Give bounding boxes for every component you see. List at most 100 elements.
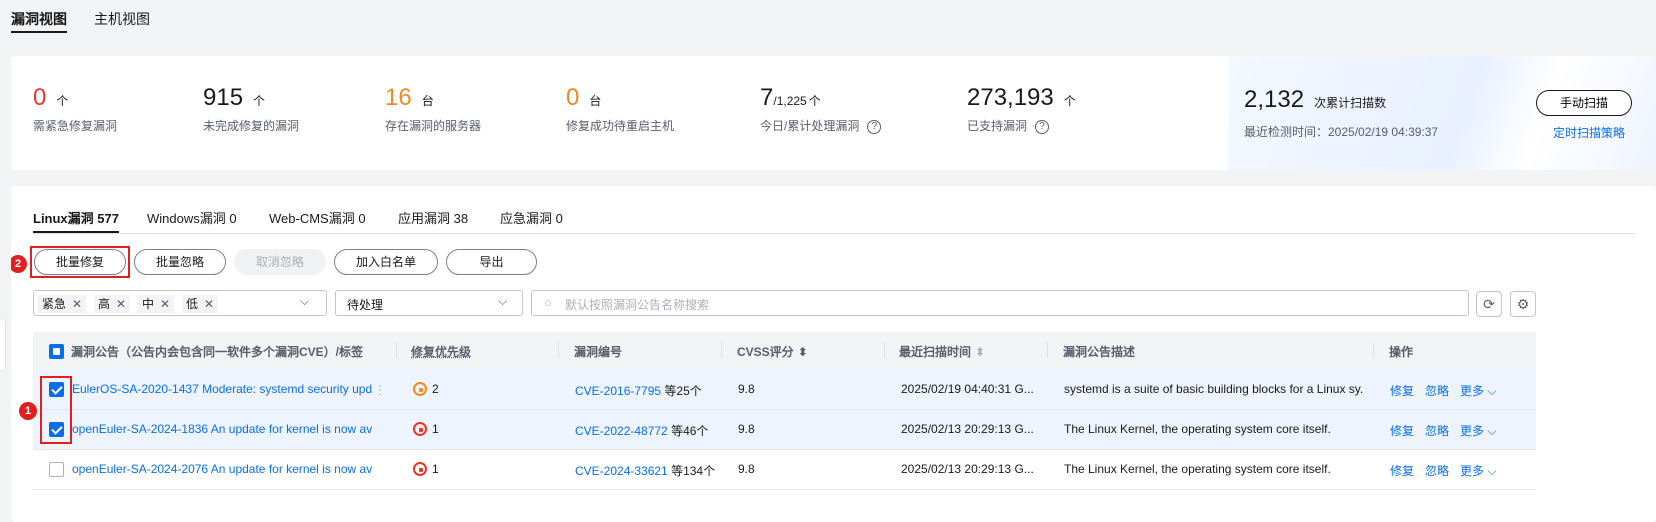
chip-label: 低	[186, 297, 199, 311]
col-scan-time-label: 最近扫描时间	[899, 345, 972, 359]
view-tabs: 漏洞视图 主机视图	[0, 0, 1656, 40]
priority-medium-icon	[413, 382, 427, 396]
advisory-description: The Linux Kernel, the operating system c…	[1064, 422, 1331, 436]
tab-app[interactable]: 应用漏洞 38	[398, 208, 468, 227]
stat-today-value: 7	[760, 84, 774, 111]
advisory-description: systemd is a suite of basic building blo…	[1064, 382, 1364, 396]
priority-high-icon	[413, 462, 427, 476]
advisory-link[interactable]: openEuler-SA-2024-2076 An update for ker…	[72, 462, 372, 476]
table-row[interactable]: openEuler-SA-2024-2076 An update for ker…	[33, 450, 1536, 490]
ignore-link[interactable]: 忽略	[1425, 462, 1449, 479]
cancel-ignore-button[interactable]: 取消忽略	[234, 249, 326, 275]
scan-count-label: 次累计扫描数	[1314, 96, 1387, 110]
active-tab-indicator	[11, 31, 67, 33]
sort-icon[interactable]: ⬍	[798, 345, 808, 359]
ignore-link[interactable]: 忽略	[1425, 422, 1449, 439]
tab-web-cms[interactable]: Web-CMS漏洞 0	[269, 208, 366, 227]
advisory-link[interactable]: openEuler-SA-2024-1836 An update for ker…	[72, 422, 372, 436]
priority-cell: 2	[413, 382, 439, 396]
refresh-icon[interactable]: ⟳	[1476, 291, 1502, 317]
close-icon[interactable]: ✕	[204, 297, 214, 311]
severity-chip[interactable]: 低 ✕	[182, 295, 219, 313]
column-divider	[884, 343, 885, 359]
scan-time: 2025/02/19 04:40:31 G...	[901, 382, 1034, 396]
more-tags-icon[interactable]: ⋮	[374, 382, 386, 398]
column-divider	[558, 343, 559, 359]
tab-windows[interactable]: Windows漏洞 0	[147, 208, 237, 227]
col-priority[interactable]: 修复优先级	[411, 343, 471, 360]
cvss-score: 9.8	[738, 382, 755, 396]
search-input[interactable]: ○ 默认按照漏洞公告名称搜索	[531, 290, 1469, 316]
search-icon: ○	[544, 295, 552, 310]
col-advisory: 漏洞公告（公告内会包含同一软件多个漏洞CVE）/标签	[71, 345, 364, 359]
stat-unfinished-label: 未完成修复的漏洞	[203, 119, 300, 133]
sort-icon[interactable]: ⬍	[975, 345, 985, 359]
col-scan-time[interactable]: 最近扫描时间 ⬍	[899, 343, 985, 360]
cve-cell: CVE-2022-48772 等46个	[575, 422, 708, 439]
status-select[interactable]: 待处理 ⌵	[335, 290, 523, 316]
scan-count-value: 2,132	[1244, 86, 1305, 113]
chevron-down-icon: ⌵	[300, 294, 310, 308]
severity-filter[interactable]: 紧急 ✕ 高 ✕ 中 ✕ 低 ✕ ⌵	[33, 290, 327, 316]
cve-link[interactable]: CVE-2024-33621	[575, 464, 668, 478]
scan-policy-link[interactable]: 定时扫描策略	[1553, 124, 1625, 141]
fix-link[interactable]: 修复	[1390, 382, 1414, 399]
vuln-list-card: Linux漏洞 577 Windows漏洞 0 Web-CMS漏洞 0 应用漏洞…	[11, 186, 1656, 522]
stat-restart: 0台 修复成功待重启主机	[566, 84, 674, 134]
batch-fix-button[interactable]: 批量修复	[34, 249, 126, 275]
row-checkbox[interactable]	[49, 462, 64, 477]
stat-supported: 273,193 个 已支持漏洞?	[967, 84, 1076, 134]
chevron-down-icon: ⌵	[498, 294, 508, 308]
ignore-link[interactable]: 忽略	[1425, 382, 1449, 399]
stat-unit: 台	[589, 94, 602, 108]
chip-label: 高	[98, 297, 111, 311]
col-cvss[interactable]: CVSS评分 ⬍	[737, 343, 808, 360]
stat-today-total: /1,225	[773, 94, 807, 108]
batch-ignore-button[interactable]: 批量忽略	[134, 249, 226, 275]
more-label: 更多	[1460, 384, 1485, 398]
annotation-badge-2: 2	[11, 255, 27, 273]
table-header: 漏洞公告（公告内会包含同一软件多个漏洞CVE）/标签 修复优先级 漏洞编号 CV…	[33, 332, 1536, 370]
scan-panel: 2,132 次累计扫描数 最近检测时间：2025/02/19 04:39:37 手…	[1228, 56, 1656, 170]
severity-chip[interactable]: 中 ✕	[138, 295, 175, 313]
tab-emergency[interactable]: 应急漏洞 0	[500, 208, 563, 227]
advisory-link[interactable]: EulerOS-SA-2020-1437 Moderate: systemd s…	[72, 382, 372, 396]
help-icon[interactable]: ?	[1035, 119, 1050, 134]
severity-chip[interactable]: 高 ✕	[94, 295, 131, 313]
help-icon[interactable]: ?	[867, 119, 882, 134]
cve-link[interactable]: CVE-2022-48772	[575, 424, 668, 438]
tab-host-view[interactable]: 主机视图	[94, 9, 150, 29]
more-dropdown[interactable]: 更多 ⌵	[1460, 422, 1496, 439]
tab-vuln-view[interactable]: 漏洞视图	[11, 9, 67, 29]
tab-linux[interactable]: Linux漏洞 577	[33, 208, 119, 227]
scan-time: 2025/02/13 20:29:13 G...	[901, 422, 1034, 436]
close-icon[interactable]: ✕	[116, 297, 126, 311]
col-cvss-label: CVSS评分	[737, 345, 794, 359]
stat-unit: 个	[253, 94, 266, 108]
cve-link[interactable]: CVE-2016-7795	[575, 384, 661, 398]
stat-today-label: 今日/累计处理漏洞	[760, 119, 860, 133]
chevron-down-icon: ⌵	[1487, 424, 1497, 438]
table-row[interactable]: openEuler-SA-2024-1836 An update for ker…	[33, 410, 1536, 450]
export-button[interactable]: 导出	[446, 249, 537, 275]
stat-unfinished-value: 915	[203, 84, 244, 111]
column-divider	[721, 343, 722, 359]
cve-cell: CVE-2024-33621 等134个	[575, 462, 715, 479]
stat-supported-label: 已支持漏洞	[967, 119, 1028, 133]
more-dropdown[interactable]: 更多 ⌵	[1460, 462, 1496, 479]
col-actions: 操作	[1389, 345, 1414, 359]
side-collapse-handle[interactable]	[0, 318, 6, 372]
select-all-checkbox[interactable]	[49, 344, 64, 359]
table-row[interactable]: EulerOS-SA-2020-1437 Moderate: systemd s…	[33, 370, 1536, 410]
severity-chip[interactable]: 紧急 ✕	[38, 295, 87, 313]
gear-icon[interactable]: ⚙	[1510, 291, 1536, 317]
fix-link[interactable]: 修复	[1390, 462, 1414, 479]
manual-scan-button[interactable]: 手动扫描	[1536, 90, 1632, 116]
close-icon[interactable]: ✕	[72, 297, 82, 311]
col-description: 漏洞公告描述	[1063, 345, 1136, 359]
close-icon[interactable]: ✕	[160, 297, 170, 311]
more-dropdown[interactable]: 更多 ⌵	[1460, 382, 1496, 399]
active-tab-indicator	[33, 231, 119, 233]
fix-link[interactable]: 修复	[1390, 422, 1414, 439]
add-whitelist-button[interactable]: 加入白名单	[334, 249, 438, 275]
